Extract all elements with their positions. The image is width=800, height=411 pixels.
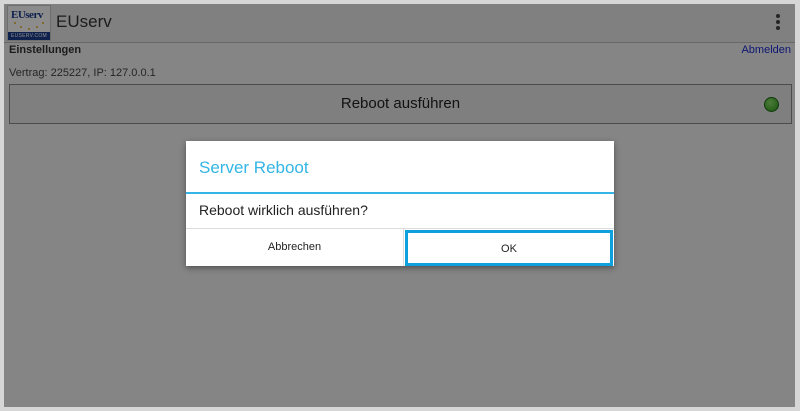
dialog-title: Server Reboot (199, 158, 309, 177)
dialog-divider (186, 192, 614, 194)
cancel-button[interactable]: Abbrechen (186, 229, 404, 266)
ok-button[interactable]: OK (405, 230, 613, 266)
dialog-button-row: Abbrechen OK (186, 228, 614, 266)
server-reboot-dialog: Server Reboot Reboot wirklich ausführen?… (186, 141, 614, 266)
dialog-message: Reboot wirklich ausführen? (199, 202, 368, 218)
app-screen: EUserv EUSERV.COM EUserv Einstellungen A… (4, 4, 795, 407)
